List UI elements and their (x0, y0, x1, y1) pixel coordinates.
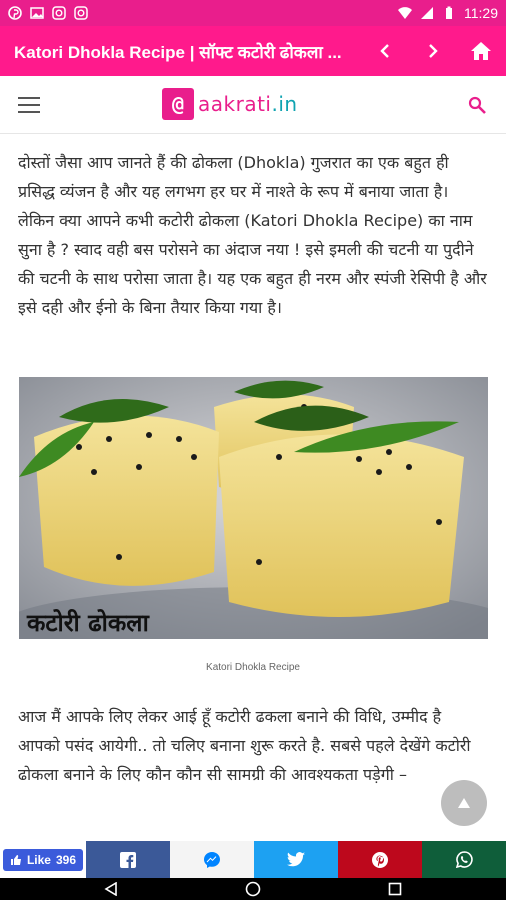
site-header: @ aakrati.in (0, 76, 506, 134)
share-bar: Like 396 (0, 841, 506, 878)
share-twitter-button[interactable] (254, 841, 338, 878)
messenger-icon (204, 851, 220, 868)
instagram-notification-icon-2 (74, 6, 88, 20)
arrow-up-icon (458, 798, 470, 808)
menu-bar-3 (18, 110, 40, 113)
facebook-icon (120, 851, 136, 868)
nav-recents-button[interactable] (386, 880, 404, 898)
like-button[interactable]: Like 396 (2, 848, 84, 871)
article-body: आज मैं आपके लिए लेकर आई हूँ कटोरी ढकला ब… (18, 707, 471, 784)
search-icon[interactable] (468, 96, 486, 114)
forward-button[interactable] (420, 38, 446, 64)
home-icon (471, 42, 491, 60)
home-button[interactable] (468, 38, 494, 64)
twitter-icon (287, 852, 305, 867)
share-facebook-button[interactable] (86, 841, 170, 878)
menu-bar-1 (18, 96, 40, 99)
system-icons: 11:29 (398, 5, 498, 21)
like-label: Like (26, 852, 51, 867)
pinterest-notification-icon (8, 6, 22, 20)
like-count: 396 (55, 852, 77, 867)
image-overlay-text: कटोरी ढोकला (26, 609, 150, 637)
logo-mark: @ (162, 88, 194, 120)
dhokla-illustration: कटोरी ढोकला (19, 377, 488, 639)
image-caption: Katori Dhokla Recipe (206, 662, 300, 673)
notification-icons (8, 6, 88, 20)
scroll-to-top-button[interactable] (441, 780, 487, 826)
battery-icon (446, 6, 452, 19)
status-bar: 11:29 (0, 0, 506, 26)
app-bar: Katori Dhokla Recipe | सॉफ्ट कटोरी ढोकला… (0, 26, 506, 76)
menu-bar-2 (18, 103, 40, 106)
circle-home-icon (245, 881, 261, 897)
signal-icon (421, 7, 433, 19)
pinterest-icon (372, 851, 388, 868)
whatsapp-icon (455, 851, 473, 868)
status-time: 11:29 (464, 5, 498, 21)
triangle-back-icon (104, 882, 117, 896)
square-recents-icon (388, 882, 402, 896)
instagram-notification-icon (52, 6, 66, 20)
wifi-icon (398, 7, 412, 19)
gallery-notification-icon (30, 7, 44, 19)
recipe-image: कटोरी ढोकला (19, 377, 488, 639)
share-pinterest-button[interactable] (338, 841, 422, 878)
back-button[interactable] (372, 38, 398, 64)
system-nav-bar (0, 878, 506, 900)
share-messenger-button[interactable] (170, 841, 254, 878)
share-whatsapp-button[interactable] (422, 841, 506, 878)
app-actions (372, 38, 494, 64)
chevron-left-icon (380, 44, 389, 58)
page-title: Katori Dhokla Recipe | सॉफ्ट कटोरी ढोकला… (14, 42, 342, 62)
menu-button[interactable] (18, 96, 40, 113)
logo-text: aakrati.in (198, 92, 298, 116)
article-intro: दोस्तों जैसा आप जानते हैं की ढोकला (Dhok… (18, 153, 487, 317)
nav-home-button[interactable] (244, 880, 262, 898)
facebook-like-area: Like 396 (0, 841, 86, 878)
nav-back-button[interactable] (102, 880, 120, 898)
thumbs-up-icon (10, 854, 21, 865)
site-logo[interactable]: @ aakrati.in (162, 88, 298, 120)
chevron-right-icon (429, 44, 438, 58)
